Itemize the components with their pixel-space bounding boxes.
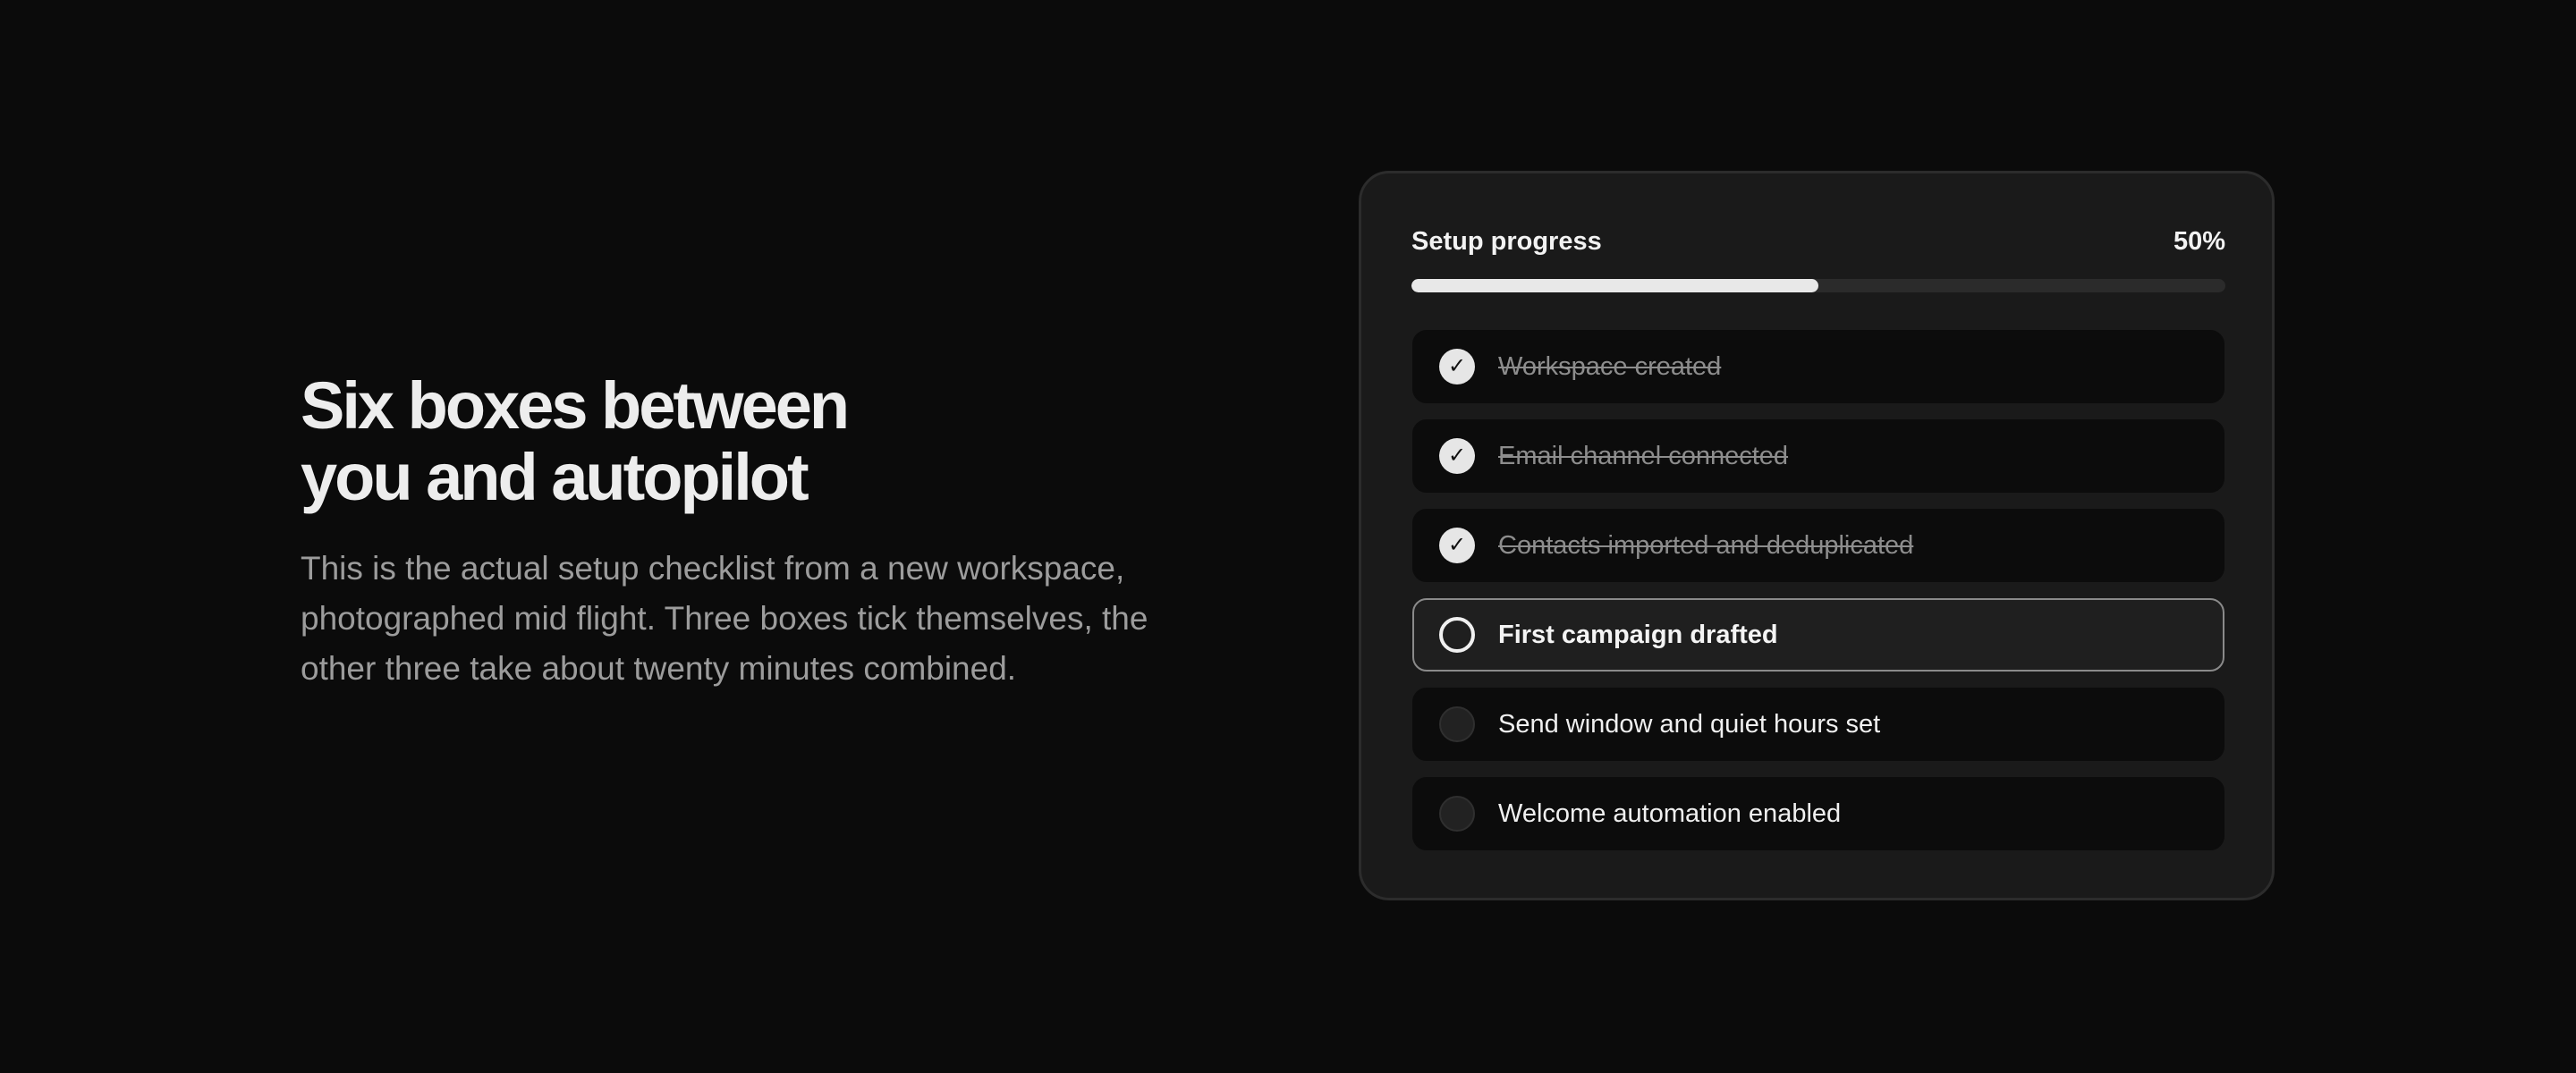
card-header: Setup progress 50%: [1411, 222, 2225, 261]
intro-body: This is the actual setup checklist from …: [301, 550, 1148, 687]
card-title: Setup progress: [1411, 226, 1602, 256]
intro-heading-line: you and autopilot: [301, 440, 809, 514]
progress-bar-fill: [1411, 279, 1818, 292]
checklist-item[interactable]: ✓ Workspace created: [1412, 330, 2224, 403]
check-icon[interactable]: ✓: [1439, 528, 1475, 563]
circle-icon[interactable]: [1439, 796, 1475, 832]
checklist-item[interactable]: Welcome automation enabled: [1412, 777, 2224, 850]
progress-percent: 50%: [2173, 226, 2225, 256]
check-icon[interactable]: ✓: [1439, 349, 1475, 384]
checklist-item-label: Contacts imported and deduplicated: [1498, 530, 1914, 560]
checklist-item-active[interactable]: First campaign drafted: [1412, 598, 2224, 672]
circle-icon[interactable]: [1439, 706, 1475, 742]
intro-heading-line: Six boxes between: [301, 368, 850, 443]
checklist-item[interactable]: ✓ Email channel connected: [1412, 419, 2224, 493]
circle-outline-icon[interactable]: [1439, 617, 1475, 653]
checklist-item[interactable]: ✓ Contacts imported and deduplicated: [1412, 509, 2224, 582]
checklist-item-label: First campaign drafted: [1498, 620, 1778, 649]
checklist-item-label: Send window and quiet hours set: [1498, 709, 1881, 739]
checklist-item-label: Workspace created: [1498, 351, 1722, 381]
intro-section: Six boxes between you and autopilot This…: [301, 370, 1213, 694]
setup-progress-card: Setup progress 50% ✓ Workspace created ✓…: [1359, 171, 2275, 900]
checklist-item[interactable]: Send window and quiet hours set: [1412, 688, 2224, 761]
checklist-item-label: Welcome automation enabled: [1498, 798, 1842, 828]
checklist-item-label: Email channel connected: [1498, 441, 1789, 470]
checklist: ✓ Workspace created ✓ Email channel conn…: [1412, 330, 2224, 866]
check-icon[interactable]: ✓: [1439, 438, 1475, 474]
progress-bar: [1411, 279, 2225, 292]
intro-heading: Six boxes between you and autopilot: [301, 370, 1213, 513]
